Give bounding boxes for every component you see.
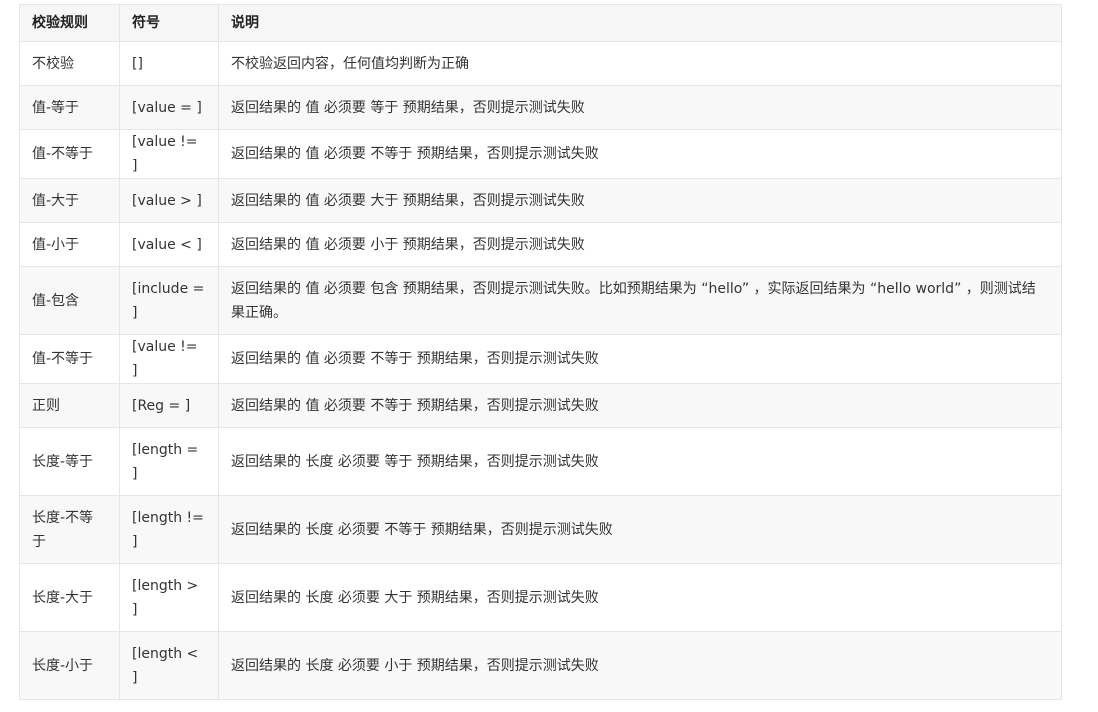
- table-row: 长度-小于 [length < ] 返回结果的 长度 必须要 小于 预期结果，否…: [19, 631, 1062, 700]
- table-row: 值-小于 [value < ] 返回结果的 值 必须要 小于 预期结果，否则提示…: [19, 222, 1062, 267]
- cell-symbol: []: [119, 41, 219, 86]
- cell-rule: 不校验: [19, 41, 120, 86]
- header-symbol: 符号: [119, 4, 219, 42]
- cell-description: 返回结果的 值 必须要 不等于 预期结果，否则提示测试失败: [218, 129, 1062, 179]
- cell-rule: 长度-小于: [19, 631, 120, 700]
- cell-rule: 长度-大于: [19, 563, 120, 632]
- table-row: 值-等于 [value = ] 返回结果的 值 必须要 等于 预期结果，否则提示…: [19, 85, 1062, 130]
- cell-description: 返回结果的 值 必须要 不等于 预期结果，否则提示测试失败: [218, 383, 1062, 428]
- table-row: 长度-不等于 [length != ] 返回结果的 长度 必须要 不等于 预期结…: [19, 495, 1062, 564]
- cell-description: 返回结果的 值 必须要 小于 预期结果，否则提示测试失败: [218, 222, 1062, 267]
- cell-symbol: [value != ]: [119, 129, 219, 179]
- header-description: 说明: [218, 4, 1062, 42]
- cell-rule: 值-等于: [19, 85, 120, 130]
- cell-symbol: [value < ]: [119, 222, 219, 267]
- cell-description: 返回结果的 值 必须要 不等于 预期结果，否则提示测试失败: [218, 334, 1062, 384]
- table-row: 值-大于 [value > ] 返回结果的 值 必须要 大于 预期结果，否则提示…: [19, 178, 1062, 223]
- cell-symbol: [value > ]: [119, 178, 219, 223]
- cell-rule: 长度-不等于: [19, 495, 120, 564]
- table-row: 不校验 [] 不校验返回内容，任何值均判断为正确: [19, 41, 1062, 86]
- cell-rule: 值-小于: [19, 222, 120, 267]
- cell-symbol: [include = ]: [119, 266, 219, 335]
- cell-symbol: [length > ]: [119, 563, 219, 632]
- cell-description: 返回结果的 值 必须要 等于 预期结果，否则提示测试失败: [218, 85, 1062, 130]
- cell-symbol: [value != ]: [119, 334, 219, 384]
- cell-symbol: [Reg = ]: [119, 383, 219, 428]
- table-row: 长度-等于 [length = ] 返回结果的 长度 必须要 等于 预期结果，否…: [19, 427, 1062, 496]
- cell-description: 返回结果的 值 必须要 大于 预期结果，否则提示测试失败: [218, 178, 1062, 223]
- cell-description: 返回结果的 长度 必须要 不等于 预期结果，否则提示测试失败: [218, 495, 1062, 564]
- cell-symbol: [length < ]: [119, 631, 219, 700]
- table-header-row: 校验规则 符号 说明: [19, 4, 1062, 42]
- header-rule: 校验规则: [19, 4, 120, 42]
- cell-rule: 值-不等于: [19, 334, 120, 384]
- table-row: 值-包含 [include = ] 返回结果的 值 必须要 包含 预期结果，否则…: [19, 266, 1062, 335]
- cell-rule: 值-包含: [19, 266, 120, 335]
- cell-rule: 正则: [19, 383, 120, 428]
- cell-rule: 值-不等于: [19, 129, 120, 179]
- cell-symbol: [length != ]: [119, 495, 219, 564]
- table-row: 正则 [Reg = ] 返回结果的 值 必须要 不等于 预期结果，否则提示测试失…: [19, 383, 1062, 428]
- cell-rule: 长度-等于: [19, 427, 120, 496]
- cell-description: 返回结果的 长度 必须要 大于 预期结果，否则提示测试失败: [218, 563, 1062, 632]
- table-row: 值-不等于 [value != ] 返回结果的 值 必须要 不等于 预期结果，否…: [19, 334, 1062, 384]
- validation-rules-table: 校验规则 符号 说明 不校验 [] 不校验返回内容，任何值均判断为正确 值-等于…: [19, 4, 1062, 700]
- cell-symbol: [value = ]: [119, 85, 219, 130]
- cell-description: 返回结果的 长度 必须要 等于 预期结果，否则提示测试失败: [218, 427, 1062, 496]
- cell-rule: 值-大于: [19, 178, 120, 223]
- validation-rules-table-container: 校验规则 符号 说明 不校验 [] 不校验返回内容，任何值均判断为正确 值-等于…: [19, 4, 1062, 700]
- cell-description: 返回结果的 长度 必须要 小于 预期结果，否则提示测试失败: [218, 631, 1062, 700]
- table-row: 长度-大于 [length > ] 返回结果的 长度 必须要 大于 预期结果，否…: [19, 563, 1062, 632]
- cell-description: 返回结果的 值 必须要 包含 预期结果，否则提示测试失败。比如预期结果为 “he…: [218, 266, 1062, 335]
- cell-symbol: [length = ]: [119, 427, 219, 496]
- table-row: 值-不等于 [value != ] 返回结果的 值 必须要 不等于 预期结果，否…: [19, 129, 1062, 179]
- cell-description: 不校验返回内容，任何值均判断为正确: [218, 41, 1062, 86]
